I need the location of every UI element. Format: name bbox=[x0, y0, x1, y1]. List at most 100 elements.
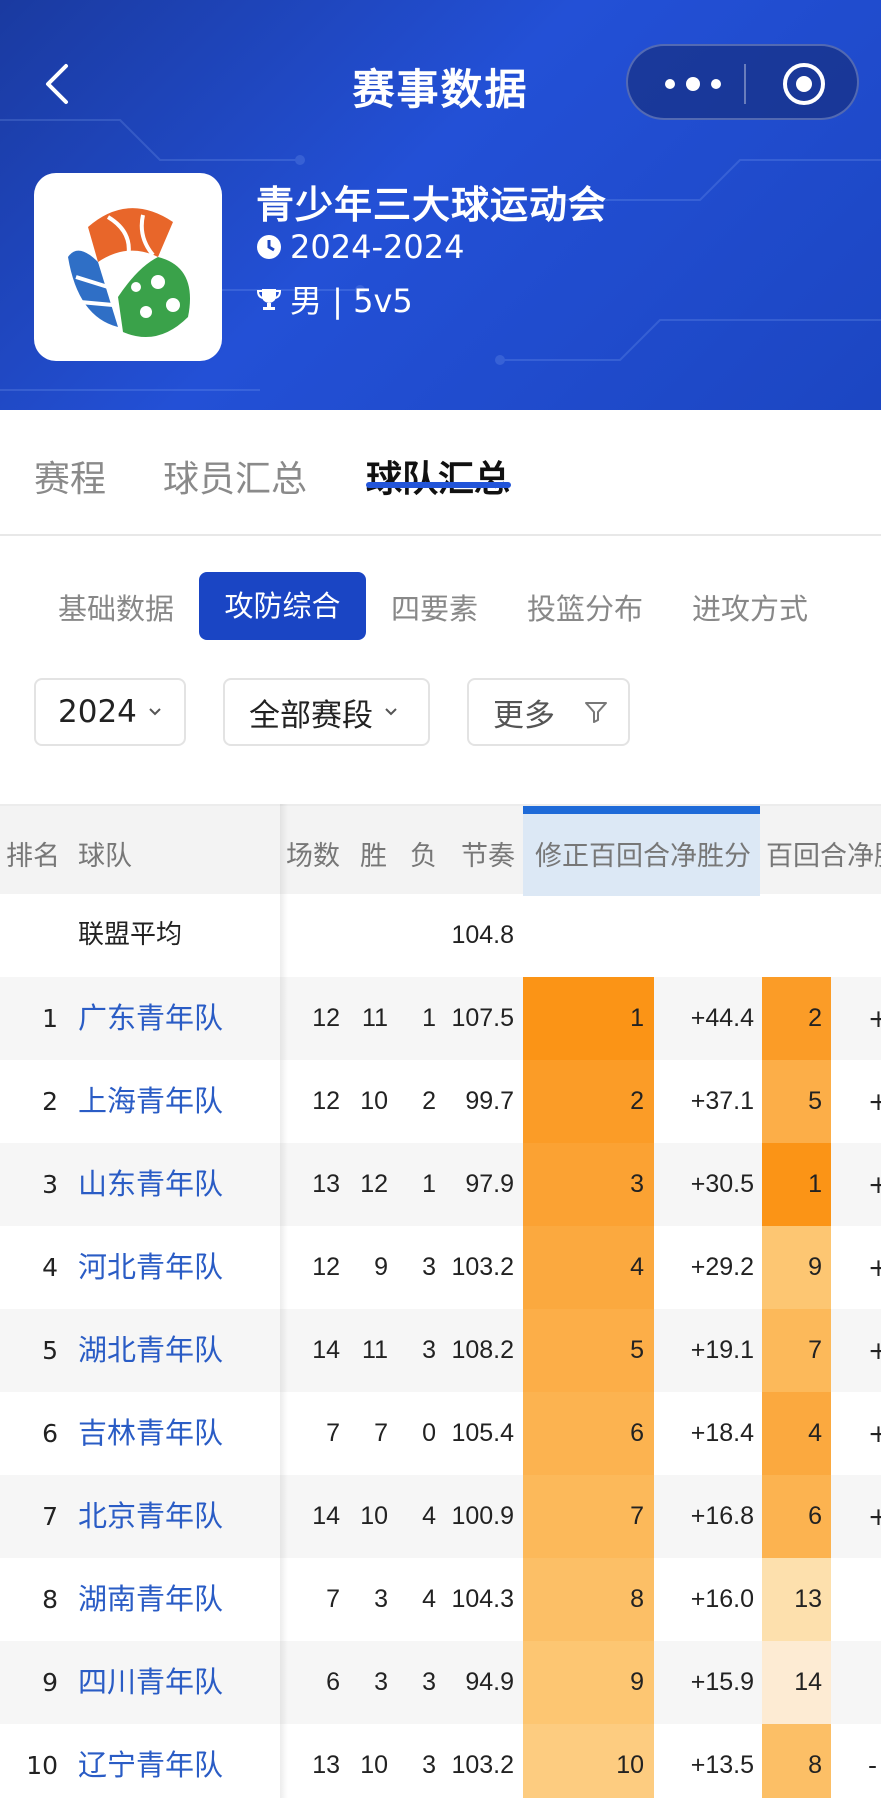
table-row[interactable]: 5 湖北青年队 14 11 3 108.2 5 +19.1 7 + bbox=[0, 1309, 881, 1392]
table-row[interactable]: 1 广东青年队 12 11 1 107.5 1 +44.4 2 + bbox=[0, 977, 881, 1060]
team-name-link[interactable]: 辽宁青年队 bbox=[78, 1724, 223, 1798]
team-name-link[interactable]: 北京青年队 bbox=[78, 1475, 223, 1558]
chevron-down-icon bbox=[385, 708, 397, 716]
losses: 4 bbox=[422, 1502, 436, 1530]
more-dots-icon[interactable] bbox=[658, 70, 728, 98]
net-rank: 7 bbox=[808, 1336, 822, 1364]
rank: 1 bbox=[42, 1004, 58, 1033]
table-row[interactable]: 9 四川青年队 6 3 3 94.9 9 +15.9 14 bbox=[0, 1641, 881, 1724]
net-rating-truncated: + bbox=[868, 1170, 881, 1199]
net-rating-truncated: + bbox=[868, 1087, 881, 1116]
games: 7 bbox=[326, 1585, 340, 1613]
sorted-column-indicator bbox=[523, 806, 760, 814]
wins: 10 bbox=[360, 1502, 388, 1530]
table-header: 排名 球队 场数 胜 负 节奏 修正百回合净胜分 百回合净胜 bbox=[0, 804, 881, 896]
active-tab-indicator bbox=[366, 482, 511, 488]
net-rank: 14 bbox=[794, 1668, 822, 1696]
table-row[interactable]: 8 湖南青年队 7 3 4 104.3 8 +16.0 13 bbox=[0, 1558, 881, 1641]
losses: 0 bbox=[422, 1419, 436, 1447]
subtab-four-factors[interactable]: 四要素 bbox=[391, 586, 478, 628]
capsule-divider bbox=[744, 64, 746, 104]
net-rating-truncated: + bbox=[868, 1419, 881, 1448]
close-miniprogram-icon[interactable] bbox=[781, 61, 827, 107]
adj-net-rank: 8 bbox=[630, 1585, 644, 1613]
losses: 3 bbox=[422, 1668, 436, 1696]
rank: 7 bbox=[42, 1502, 58, 1531]
pace: 94.9 bbox=[465, 1668, 514, 1696]
header-games[interactable]: 场数 bbox=[286, 834, 340, 873]
event-logo bbox=[34, 173, 222, 361]
filter-funnel-icon bbox=[585, 702, 607, 723]
net-rank: 8 bbox=[808, 1751, 822, 1779]
wins: 11 bbox=[362, 1004, 388, 1032]
tab-team-summary[interactable]: 球队汇总 bbox=[366, 450, 510, 502]
games: 6 bbox=[326, 1668, 340, 1696]
league-average-label: 联盟平均 bbox=[78, 920, 183, 950]
team-name-link[interactable]: 吉林青年队 bbox=[78, 1392, 223, 1475]
header-net-rating[interactable]: 百回合净胜 bbox=[766, 834, 881, 873]
losses: 1 bbox=[422, 1004, 436, 1032]
pace: 107.5 bbox=[451, 1004, 514, 1032]
pace: 108.2 bbox=[451, 1336, 514, 1364]
tab-schedule[interactable]: 赛程 bbox=[34, 450, 106, 502]
team-name-link[interactable]: 广东青年队 bbox=[78, 977, 223, 1060]
losses: 3 bbox=[422, 1336, 436, 1364]
team-name-link[interactable]: 河北青年队 bbox=[78, 1226, 223, 1309]
team-name-link[interactable]: 山东青年队 bbox=[78, 1143, 223, 1226]
clock-icon bbox=[257, 235, 281, 259]
stage-value: 全部赛段 bbox=[249, 697, 373, 734]
team-name-link[interactable]: 湖南青年队 bbox=[78, 1558, 223, 1641]
season-select[interactable]: 2024 bbox=[34, 678, 186, 746]
rank: 4 bbox=[42, 1253, 58, 1282]
pace: 99.7 bbox=[465, 1087, 514, 1115]
table-row[interactable]: 2 上海青年队 12 10 2 99.7 2 +37.1 5 + bbox=[0, 1060, 881, 1143]
rank: 2 bbox=[42, 1087, 58, 1116]
league-average-pace: 104.8 bbox=[451, 921, 514, 949]
games: 12 bbox=[312, 1253, 340, 1281]
subtab-shot-distribution[interactable]: 投篮分布 bbox=[527, 586, 643, 628]
header-adj-net-rating[interactable]: 修正百回合净胜分 bbox=[535, 834, 751, 873]
pace: 103.2 bbox=[451, 1253, 514, 1281]
tab-player-summary[interactable]: 球员汇总 bbox=[163, 450, 307, 502]
pace: 105.4 bbox=[451, 1419, 514, 1447]
header-wins[interactable]: 胜 bbox=[360, 834, 387, 873]
header-team[interactable]: 球队 bbox=[78, 834, 132, 873]
team-name-link[interactable]: 湖北青年队 bbox=[78, 1309, 223, 1392]
frozen-column-shadow bbox=[280, 804, 288, 1798]
team-name-link[interactable]: 四川青年队 bbox=[78, 1641, 223, 1724]
losses: 3 bbox=[422, 1253, 436, 1281]
table-row[interactable]: 10 辽宁青年队 13 10 3 103.2 10 +13.5 8 - bbox=[0, 1724, 881, 1798]
header-rank[interactable]: 排名 bbox=[6, 834, 60, 873]
losses: 2 bbox=[422, 1087, 436, 1115]
trophy-icon bbox=[256, 289, 282, 310]
subtab-offense-defense[interactable]: 攻防综合 bbox=[199, 572, 366, 640]
table-row[interactable]: 3 山东青年队 13 12 1 97.9 3 +30.5 1 + bbox=[0, 1143, 881, 1226]
table-row[interactable]: 7 北京青年队 14 10 4 100.9 7 +16.8 6 + bbox=[0, 1475, 881, 1558]
pace: 104.3 bbox=[451, 1585, 514, 1613]
header-pace[interactable]: 节奏 bbox=[461, 834, 515, 873]
adj-net-rating: +16.8 bbox=[690, 1502, 754, 1530]
games: 13 bbox=[312, 1751, 340, 1779]
stage-select[interactable]: 全部赛段 bbox=[223, 678, 430, 746]
table-row[interactable]: 4 河北青年队 12 9 3 103.2 4 +29.2 9 + bbox=[0, 1226, 881, 1309]
subtab-basic-data[interactable]: 基础数据 bbox=[58, 586, 174, 628]
rank: 8 bbox=[42, 1585, 58, 1614]
team-name-link[interactable]: 上海青年队 bbox=[78, 1060, 223, 1143]
adj-net-rating: +19.1 bbox=[690, 1336, 754, 1364]
event-logo-icon bbox=[68, 208, 190, 337]
adj-net-rating: +13.5 bbox=[690, 1751, 754, 1779]
adj-net-rank: 7 bbox=[630, 1502, 644, 1530]
net-rating-truncated: - bbox=[868, 1751, 878, 1780]
adj-net-rating: +30.5 bbox=[690, 1170, 754, 1198]
more-filter-button[interactable]: 更多 bbox=[467, 678, 630, 746]
table-row[interactable]: 6 吉林青年队 7 7 0 105.4 6 +18.4 4 + bbox=[0, 1392, 881, 1475]
adj-net-rank: 4 bbox=[630, 1253, 644, 1281]
net-rating-truncated: + bbox=[868, 1336, 881, 1365]
more-filter-label: 更多 bbox=[493, 697, 555, 734]
games: 14 bbox=[312, 1502, 340, 1530]
subtab-offense-type[interactable]: 进攻方式 bbox=[692, 586, 808, 628]
event-type-text: 男 | 5v5 bbox=[290, 282, 413, 320]
chevron-down-icon bbox=[149, 708, 161, 716]
losses: 1 bbox=[422, 1170, 436, 1198]
header-losses[interactable]: 负 bbox=[410, 834, 437, 873]
